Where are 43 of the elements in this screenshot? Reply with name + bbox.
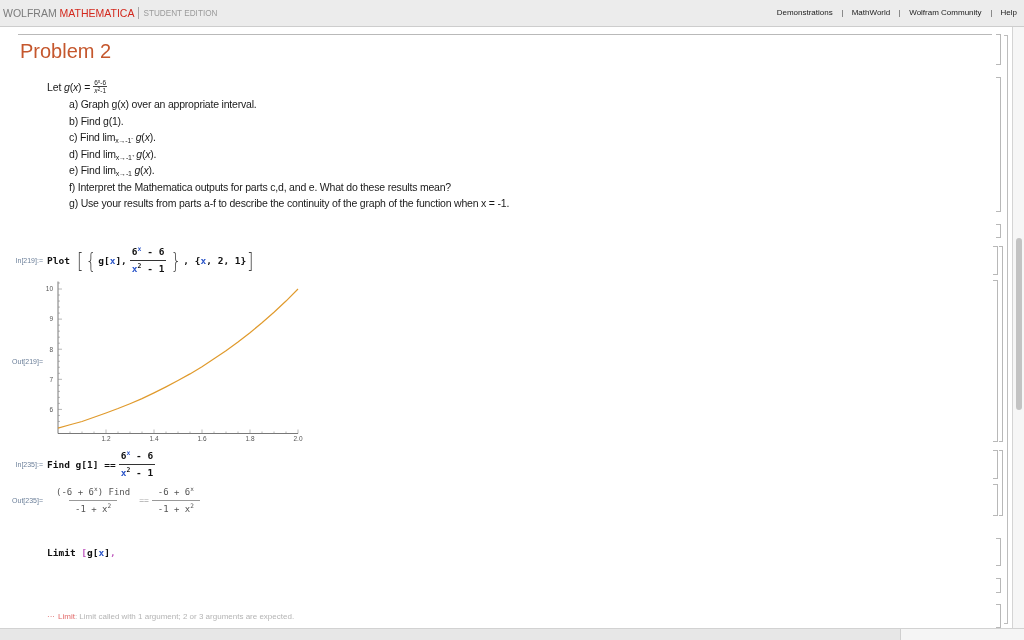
cell-bracket[interactable] <box>993 484 998 517</box>
task-text: b) Find g(1). <box>69 113 124 129</box>
nav-link[interactable]: Wolfram Community <box>909 8 982 18</box>
nav-link[interactable]: MathWorld <box>851 8 891 18</box>
fraction-denominator: -1 + x$^{2}$ <box>68 499 118 515</box>
fraction-numerator: 6$^{x}$ - 6 <box>119 450 155 464</box>
group-bracket[interactable] <box>999 246 1003 443</box>
code-text: Plot [{g[x], <box>47 248 127 273</box>
cell-bracket[interactable] <box>996 538 1001 567</box>
fraction-denominator: -1 + x$^{2}$ <box>151 499 200 515</box>
fraction-denominator: x$^{2}$ - 1 <box>118 464 156 480</box>
cell-bracket[interactable] <box>996 223 1001 239</box>
task-text: f) Interpret the Mathematica outputs for parts c,d, and e. What do these results mean? <box>69 179 451 195</box>
cell-bracket[interactable] <box>993 246 998 276</box>
scrollbar-thumb[interactable] <box>0 629 901 640</box>
nav-link[interactable]: Help <box>1000 8 1017 18</box>
task-text: e) Find lim$_{x→-1}$ g(x). <box>69 163 155 179</box>
cell-bracket[interactable] <box>996 578 1001 593</box>
output-expression: == <box>139 495 149 505</box>
group-bracket[interactable] <box>1004 35 1008 624</box>
code-text: Find g[1] == <box>47 459 116 471</box>
vertical-scrollbar[interactable] <box>1012 27 1024 628</box>
task-text: g) Use your results from parts a-f to describe the continuity of the graph of the function when x = -1. <box>69 196 510 211</box>
task-text: a) Graph g(x) over an appropriate interval. <box>69 97 257 112</box>
code-text: Limit [g[x], <box>47 546 116 558</box>
fraction-numerator: -6 + 6$^{x}$ <box>156 485 195 499</box>
fraction-numerator: 6$^{x}$ - 6 <box>130 246 166 260</box>
definition-text: Let g(x) = <box>47 80 91 93</box>
nav-link[interactable]: Demonstrations <box>776 8 833 18</box>
section-title: Problem 2 <box>19 39 112 64</box>
cell-bracket[interactable] <box>996 34 1001 65</box>
fraction-denominator: x$^{2}$ - 1 <box>129 260 167 276</box>
fraction-numerator: (-6 + 6$^{x}$) Find <box>55 485 132 499</box>
horizontal-scrollbar[interactable] <box>0 628 1024 640</box>
edition-label: STUDENT EDITION <box>143 7 218 19</box>
scrollbar-thumb[interactable] <box>1015 238 1022 410</box>
task-text: d) Find lim$_{x→-1⁺}$ g(x). <box>69 146 157 162</box>
group-bracket[interactable] <box>999 450 1003 517</box>
brand-wordmark[interactable]: WOLFRAM MATHEMATICA <box>3 6 135 20</box>
cell-bracket[interactable] <box>993 450 998 480</box>
cell-bracket[interactable] <box>996 77 1001 212</box>
cell-bracket[interactable] <box>993 280 998 443</box>
task-text: c) Find lim$_{x→-1⁻}$ g(x). <box>69 130 156 146</box>
